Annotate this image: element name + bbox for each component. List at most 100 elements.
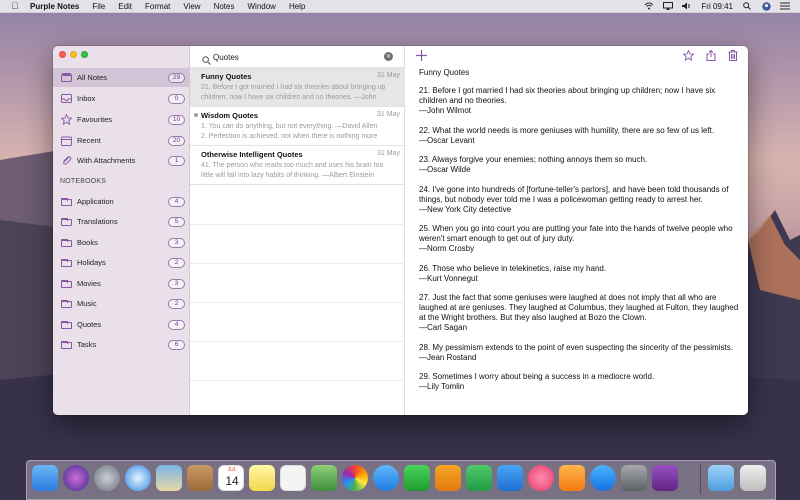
purple-notes-app-icon[interactable] xyxy=(652,465,678,491)
airplay-icon[interactable] xyxy=(663,2,674,10)
sidebar-item-label: Recent xyxy=(77,136,101,145)
quote-text: 23. Always forgive your enemies; nothing… xyxy=(419,155,648,164)
notes-app-icon[interactable] xyxy=(249,465,275,491)
menu-help[interactable]: Help xyxy=(289,2,305,11)
count-badge: 3 xyxy=(168,237,185,248)
quote-paragraph: 22. What the world needs is more geniuse… xyxy=(419,126,739,146)
menubar-clock[interactable]: Fri 09:41 xyxy=(701,2,733,11)
note-list-item[interactable]: Funny Quotes 31 May 21. Before I got mar… xyxy=(190,68,405,107)
notebook-item-holidays[interactable]: Holidays 2 xyxy=(53,253,190,272)
folder-icon xyxy=(61,197,72,206)
calendar-app-icon[interactable]: JUL 14 xyxy=(218,465,244,491)
quote-paragraph: 26. Those who believe in telekinetics, r… xyxy=(419,264,739,284)
note-title-text[interactable]: Funny Quotes xyxy=(419,68,469,77)
note-date: 31 May xyxy=(377,150,400,157)
count-badge: 1 xyxy=(168,155,185,166)
note-title: Funny Quotes xyxy=(201,72,252,81)
share-icon[interactable] xyxy=(705,50,716,61)
sidebar-item-favourites[interactable]: Favourites 10 xyxy=(53,110,190,129)
quote-text: 29. Sometimes I worry about being a succ… xyxy=(419,372,655,381)
app-menu[interactable]: Purple Notes xyxy=(30,2,79,11)
menu-edit[interactable]: Edit xyxy=(118,2,132,11)
sidebar: All Notes 29 Inbox 0 Favourites 10 Recen… xyxy=(53,46,190,415)
menu-window[interactable]: Window xyxy=(247,2,275,11)
close-window-button[interactable] xyxy=(59,51,66,58)
count-badge: 10 xyxy=(168,114,185,125)
spotlight-icon[interactable] xyxy=(742,2,752,10)
list-divider xyxy=(190,302,405,303)
new-note-button[interactable] xyxy=(415,49,428,62)
menu-format[interactable]: Format xyxy=(145,2,170,11)
sidebar-item-inbox[interactable]: Inbox 0 xyxy=(53,89,190,108)
list-divider xyxy=(190,224,405,225)
folder-icon xyxy=(61,217,72,226)
system-preferences-icon[interactable] xyxy=(621,465,647,491)
quote-author: —Lily Tomlin xyxy=(419,382,465,391)
reminders-icon[interactable] xyxy=(280,465,306,491)
launchpad-icon[interactable] xyxy=(94,465,120,491)
menu-view[interactable]: View xyxy=(183,2,200,11)
pages-icon[interactable] xyxy=(435,465,461,491)
minimize-window-button[interactable] xyxy=(70,51,77,58)
sidebar-item-recent[interactable]: Recent 20 xyxy=(53,131,190,150)
contacts-icon[interactable] xyxy=(187,465,213,491)
maps-icon[interactable] xyxy=(311,465,337,491)
finder-icon[interactable] xyxy=(32,465,58,491)
keynote-icon[interactable] xyxy=(497,465,523,491)
notebook-label: Translations xyxy=(77,217,118,226)
note-snippet: 21. Before I got married I had six theor… xyxy=(201,84,386,101)
itunes-icon[interactable] xyxy=(528,465,554,491)
sidebar-item-with-attachments[interactable]: With Attachments 1 xyxy=(53,151,190,170)
safari-icon[interactable] xyxy=(125,465,151,491)
messages-icon[interactable] xyxy=(373,465,399,491)
notebook-item-tasks[interactable]: Tasks 6 xyxy=(53,335,190,354)
menu-notes[interactable]: Notes xyxy=(214,2,235,11)
apple-menu-icon[interactable]:  xyxy=(10,1,20,11)
facetime-icon[interactable] xyxy=(404,465,430,491)
favourite-star-icon[interactable] xyxy=(683,50,694,61)
trash-icon[interactable] xyxy=(727,50,738,61)
notebooks-header: NOTEBOOKS xyxy=(60,178,107,185)
sidebar-item-label: Favourites xyxy=(77,115,113,124)
note-date: 31 May xyxy=(377,72,400,79)
search-input[interactable] xyxy=(213,51,373,63)
sidebar-item-all-notes[interactable]: All Notes 29 xyxy=(53,68,190,87)
sidebar-item-label: All Notes xyxy=(77,73,108,82)
notebook-item-movies[interactable]: Movies 3 xyxy=(53,274,190,293)
notebook-item-music[interactable]: Music 2 xyxy=(53,294,190,313)
notebook-item-translations[interactable]: Translations 5 xyxy=(53,212,190,231)
clear-search-icon[interactable]: ✕ xyxy=(384,52,393,61)
zoom-window-button[interactable] xyxy=(81,51,88,58)
notebook-item-application[interactable]: Application 4 xyxy=(53,192,190,211)
note-snippet: 1. You can do anything, but not everythi… xyxy=(201,123,378,140)
siri-icon[interactable] xyxy=(63,465,89,491)
volume-icon[interactable] xyxy=(682,2,692,10)
note-list-item[interactable]: Otherwise Intelligent Quotes 31 May 41. … xyxy=(190,146,405,185)
ibooks-icon[interactable] xyxy=(559,465,585,491)
user-avatar-icon[interactable] xyxy=(761,1,771,11)
note-list-item[interactable]: Wisdom Quotes 31 May 1. You can do anyth… xyxy=(190,107,405,146)
note-body[interactable]: 21. Before I got married I had six theor… xyxy=(419,86,739,402)
folder-icon xyxy=(61,279,72,288)
numbers-icon[interactable] xyxy=(466,465,492,491)
quote-paragraph: 28. My pessimism extends to the point of… xyxy=(419,343,739,363)
downloads-folder-icon[interactable] xyxy=(708,465,734,491)
menu-file[interactable]: File xyxy=(92,2,105,11)
photos-icon[interactable] xyxy=(342,465,368,491)
wifi-icon[interactable] xyxy=(644,2,654,10)
trash-bin-icon[interactable] xyxy=(740,465,766,491)
list-divider xyxy=(190,263,405,264)
quote-text: 28. My pessimism extends to the point of… xyxy=(419,342,733,352)
quote-paragraph: 23. Always forgive your enemies; nothing… xyxy=(419,155,739,175)
notebook-item-quotes[interactable]: Quotes 4 xyxy=(53,315,190,334)
app-store-icon[interactable] xyxy=(590,465,616,491)
mail-icon[interactable] xyxy=(156,465,182,491)
notebook-item-books[interactable]: Books 3 xyxy=(53,233,190,252)
notification-center-icon[interactable] xyxy=(780,2,790,10)
quote-author: —New York City detective xyxy=(419,204,512,214)
count-badge: 4 xyxy=(168,319,185,330)
star-icon xyxy=(61,114,72,125)
quote-text: 21. Before I got married I had six theor… xyxy=(419,86,716,105)
notebook-label: Tasks xyxy=(77,340,97,349)
notebook-label: Books xyxy=(77,238,98,247)
